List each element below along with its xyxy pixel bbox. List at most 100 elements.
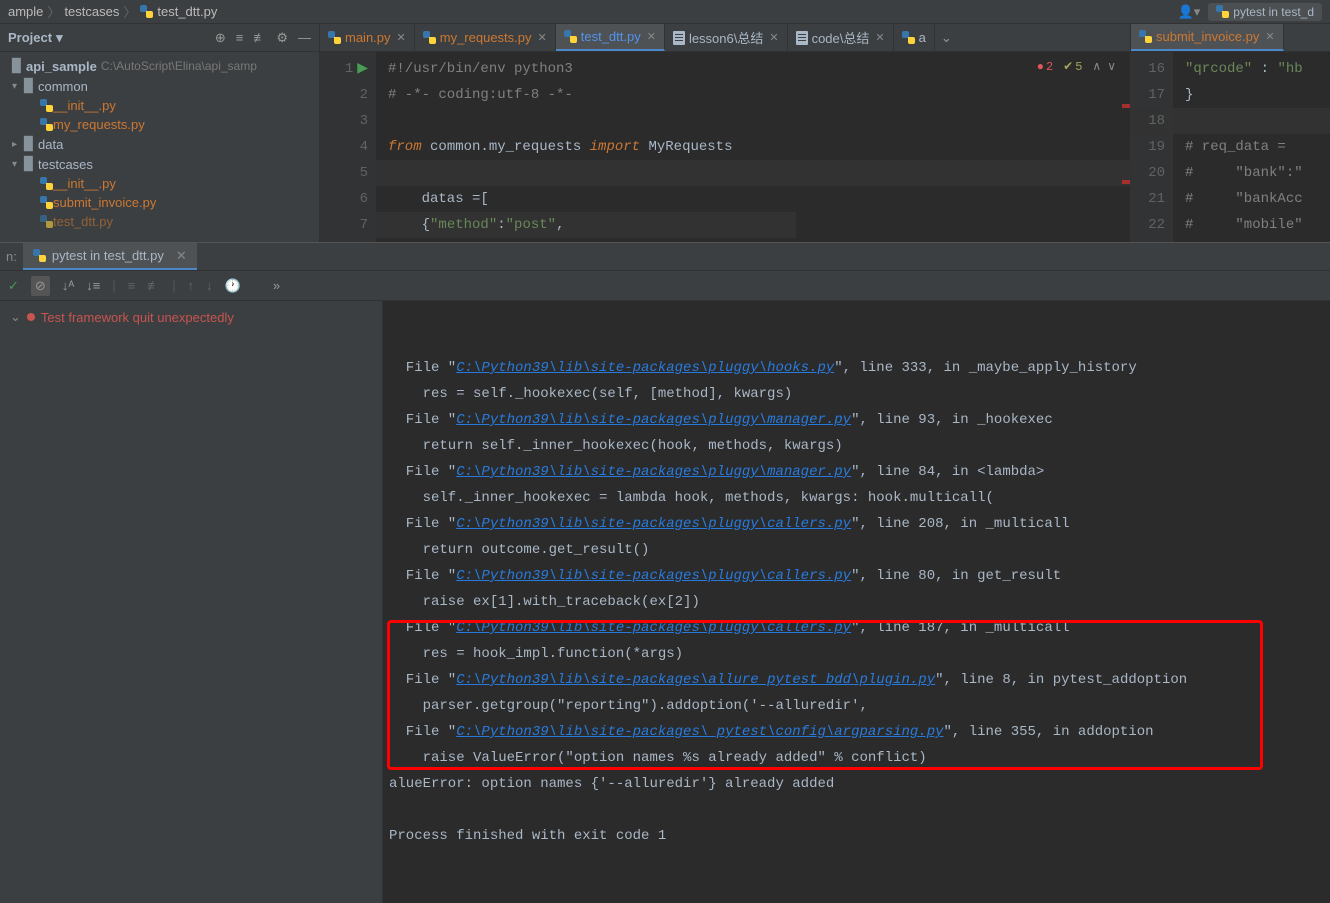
code-text: #!/usr/bin/env python3 xyxy=(388,61,573,77)
more-icon[interactable]: » xyxy=(273,278,280,293)
next-icon[interactable]: ↓ xyxy=(206,278,213,293)
editor-content[interactable]: 1▶ 2 3 4 5 6 7 ● 2 ✔ 5 ∧∨ #!/usr/bin/env… xyxy=(320,52,1130,242)
prev-highlight-icon[interactable]: ∧ xyxy=(1092,54,1101,80)
tree-file-testdtt[interactable]: test_dtt.py xyxy=(0,212,319,231)
line-number: 16 xyxy=(1148,56,1165,82)
tab-label: code\总结 xyxy=(812,28,870,47)
close-icon[interactable]: ✕ xyxy=(647,30,656,43)
breadcrumb[interactable]: ample 〉 testcases 〉 test_dtt.py xyxy=(8,2,217,21)
error-indicator[interactable]: ● 2 xyxy=(1037,54,1053,80)
code-text: "hb xyxy=(1277,61,1302,77)
editor-content-right[interactable]: 16 17 18 19 20 21 22 "qrcode" : "hb } # … xyxy=(1131,52,1330,242)
project-view-selector[interactable]: Project ▾ xyxy=(8,30,63,46)
tree-file-init[interactable]: __init__.py xyxy=(0,96,319,115)
chevron-down-icon[interactable]: ⌄ xyxy=(10,309,21,325)
tab-lesson6[interactable]: lesson6\总结 ✕ xyxy=(665,24,788,51)
arrow-right-icon[interactable]: ▸ xyxy=(12,139,24,150)
project-title: Project xyxy=(8,30,52,45)
tab-a[interactable]: a xyxy=(894,24,935,51)
close-icon[interactable]: ✕ xyxy=(397,31,406,44)
python-file-icon xyxy=(423,31,436,44)
tree-file-init2[interactable]: __init__.py xyxy=(0,174,319,193)
code-text: : xyxy=(497,217,505,233)
run-configuration-selector[interactable]: pytest in test_d xyxy=(1208,3,1322,21)
arrow-down-icon[interactable]: ▾ xyxy=(12,159,24,170)
run-tab-label: pytest in test_dtt.py xyxy=(52,248,164,263)
line-number: 17 xyxy=(1148,82,1165,108)
tree-root[interactable]: ▉ api_sample C:\AutoScript\Elina\api_sam… xyxy=(0,56,319,76)
user-icon[interactable]: 👤▾ xyxy=(1178,4,1201,20)
test-tree[interactable]: ⌄ Test framework quit unexpectedly xyxy=(0,301,383,903)
warning-indicator[interactable]: ✔ 5 xyxy=(1063,54,1082,80)
run-tab[interactable]: pytest in test_dtt.py ✕ xyxy=(23,243,197,270)
python-file-icon xyxy=(902,31,915,44)
expand-icon[interactable]: ≡ xyxy=(128,278,136,293)
folder-label: testcases xyxy=(38,157,93,172)
tab-my-requests[interactable]: my_requests.py ✕ xyxy=(415,24,556,51)
run-gutter-icon[interactable]: ▶ xyxy=(357,56,368,82)
close-icon[interactable]: ✕ xyxy=(875,31,884,44)
tab-submit-invoice[interactable]: submit_invoice.py ✕ xyxy=(1131,24,1284,51)
code-text: } xyxy=(1185,87,1193,103)
sort-tree-icon[interactable]: ↓≡ xyxy=(86,278,100,293)
console-output[interactable]: File "C:\Python39\lib\site-packages\plug… xyxy=(383,301,1330,903)
history-icon[interactable]: 🕐 xyxy=(225,278,241,294)
code-text: , xyxy=(556,217,564,233)
error-count: 2 xyxy=(1046,54,1053,80)
close-icon[interactable]: ✕ xyxy=(538,31,547,44)
close-icon[interactable]: ✕ xyxy=(1265,30,1274,43)
gear-icon[interactable]: ⚙ xyxy=(276,30,288,46)
disabled-icon[interactable]: ⊘ xyxy=(31,276,50,296)
hide-icon[interactable]: — xyxy=(298,30,311,46)
chevron-right-icon: 〉 xyxy=(47,2,60,21)
collapse-icon[interactable]: ≢ xyxy=(147,278,160,293)
gutter[interactable]: 1▶ 2 3 4 5 6 7 xyxy=(320,52,376,242)
prev-icon[interactable]: ↑ xyxy=(188,278,195,293)
next-highlight-icon[interactable]: ∨ xyxy=(1107,54,1116,80)
tree-folder-common[interactable]: ▾ ▉ common xyxy=(0,76,319,96)
sort-az-icon[interactable]: ↓ᴬ xyxy=(62,278,74,293)
locate-icon[interactable]: ⊕ xyxy=(215,30,226,46)
tree-folder-data[interactable]: ▸ ▉ data xyxy=(0,134,319,154)
error-stripe[interactable] xyxy=(1122,180,1130,184)
arrow-down-icon[interactable]: ▾ xyxy=(12,81,24,92)
code-text: # "mobile" xyxy=(1185,217,1303,233)
file-label: __init__.py xyxy=(53,176,116,191)
run-config-label: pytest in test_d xyxy=(1233,5,1314,19)
python-file-icon xyxy=(328,31,341,44)
breadcrumb-part[interactable]: ample xyxy=(8,4,43,19)
test-result-item[interactable]: ⌄ Test framework quit unexpectedly xyxy=(0,305,382,329)
editor-split-right: submit_invoice.py ✕ 16 17 18 19 20 21 22… xyxy=(1130,24,1330,242)
line-number: 3 xyxy=(360,108,368,134)
project-tree[interactable]: ▉ api_sample C:\AutoScript\Elina\api_sam… xyxy=(0,52,319,235)
code-text: "post" xyxy=(506,217,556,233)
breadcrumb-current[interactable]: test_dtt.py xyxy=(157,4,217,19)
file-label: submit_invoice.py xyxy=(53,195,156,210)
tab-code[interactable]: code\总结 ✕ xyxy=(788,24,894,51)
tree-file-submit[interactable]: submit_invoice.py xyxy=(0,193,319,212)
code-text: : xyxy=(1252,61,1277,77)
collapse-all-icon[interactable]: ≢ xyxy=(253,30,266,46)
breadcrumb-part[interactable]: testcases xyxy=(64,4,119,19)
tree-folder-testcases[interactable]: ▾ ▉ testcases xyxy=(0,154,319,174)
tab-main-py[interactable]: main.py ✕ xyxy=(320,24,415,51)
python-file-icon xyxy=(1139,30,1152,43)
document-icon xyxy=(673,31,685,45)
file-label: my_requests.py xyxy=(53,117,145,132)
tab-overflow-dropdown[interactable]: ⌄ xyxy=(935,30,958,46)
line-number: 22 xyxy=(1148,212,1165,238)
close-icon[interactable]: ✕ xyxy=(176,248,187,264)
folder-icon: ▉ xyxy=(12,58,22,74)
check-icon[interactable]: ✓ xyxy=(8,278,19,294)
document-icon xyxy=(796,31,808,45)
line-number: 21 xyxy=(1148,186,1165,212)
error-stripe[interactable] xyxy=(1122,104,1130,108)
expand-all-icon[interactable]: ≡ xyxy=(236,30,244,46)
tab-label: test_dtt.py xyxy=(581,29,641,44)
folder-icon: ▉ xyxy=(24,136,34,152)
close-icon[interactable]: ✕ xyxy=(769,31,778,44)
root-path: C:\AutoScript\Elina\api_samp xyxy=(101,59,257,73)
tab-label: my_requests.py xyxy=(440,30,532,45)
tree-file-myrequests[interactable]: my_requests.py xyxy=(0,115,319,134)
tab-test-dtt[interactable]: test_dtt.py ✕ xyxy=(556,24,665,51)
